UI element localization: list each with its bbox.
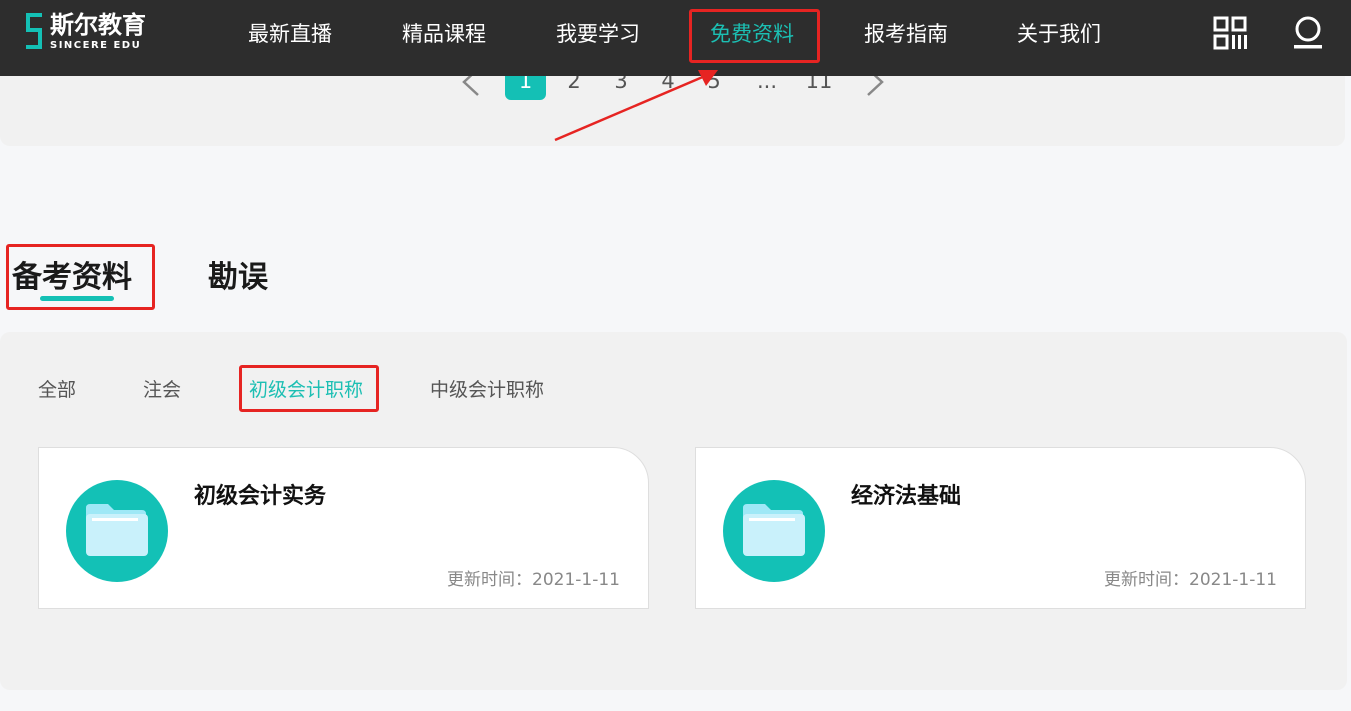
logo-text-cn: 斯尔教育 <box>50 11 146 39</box>
folder-icon-badge <box>723 480 825 582</box>
card-title: 经济法基础 <box>851 484 962 509</box>
logo-s-icon <box>26 13 42 49</box>
folder-icon <box>743 504 805 556</box>
nav-item-about[interactable]: 关于我们 <box>1017 18 1101 50</box>
card-update-date: 更新时间：2021-1-11 <box>447 570 620 590</box>
material-card[interactable]: 经济法基础 更新时间：2021-1-11 <box>695 447 1306 609</box>
nav-item-live[interactable]: 最新直播 <box>248 18 332 50</box>
user-icon[interactable] <box>1293 16 1323 50</box>
folder-icon <box>86 504 148 556</box>
card-title: 初级会计实务 <box>194 484 327 509</box>
filter-intermediate-accountant[interactable]: 中级会计职称 <box>430 376 544 404</box>
card-update-date: 更新时间：2021-1-11 <box>1104 570 1277 590</box>
tab-prep-materials[interactable]: 备考资料 <box>12 258 132 298</box>
filter-cpa[interactable]: 注会 <box>143 376 181 404</box>
logo[interactable]: 斯尔教育 SINCERE EDU <box>24 10 146 54</box>
filter-all[interactable]: 全部 <box>38 376 76 404</box>
nav-item-exam-guide[interactable]: 报考指南 <box>864 18 948 50</box>
material-card[interactable]: 初级会计实务 更新时间：2021-1-11 <box>38 447 649 609</box>
annotation-arrow-icon <box>554 70 718 142</box>
nav-item-learn[interactable]: 我要学习 <box>556 18 640 50</box>
filter-junior-accountant[interactable]: 初级会计职称 <box>249 376 363 404</box>
logo-text-en: SINCERE EDU <box>50 40 142 51</box>
qr-code-icon[interactable] <box>1213 16 1247 50</box>
nav-item-courses[interactable]: 精品课程 <box>402 18 486 50</box>
tab-errata[interactable]: 勘误 <box>208 258 268 298</box>
tab-active-underline <box>40 296 114 301</box>
folder-icon-badge <box>66 480 168 582</box>
nav-item-free-materials[interactable]: 免费资料 <box>710 18 794 50</box>
